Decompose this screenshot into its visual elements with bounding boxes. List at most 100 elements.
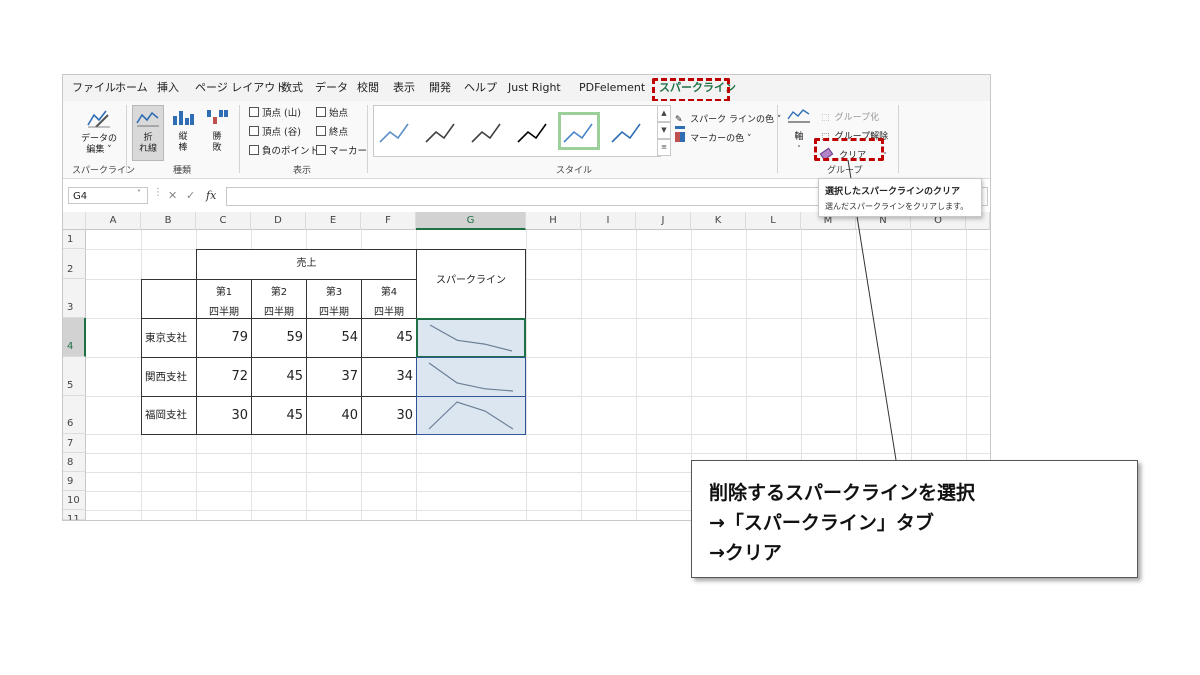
sparkline-color-button[interactable]: ✎ スパーク ラインの色 ˅ [675, 107, 781, 129]
checkbox-box [316, 145, 326, 155]
row-header[interactable]: 3 [63, 279, 86, 318]
column-chart-icon [173, 111, 194, 125]
tab-help[interactable]: ヘルプ [464, 80, 497, 95]
function-icon[interactable]: fx [206, 189, 216, 202]
branch-name-cell[interactable]: 福岡支社 [141, 396, 197, 435]
column-header[interactable]: B [141, 212, 196, 230]
branch-name-cell[interactable]: 関西支社 [141, 357, 197, 397]
sparkline-line [428, 362, 514, 392]
value-cell[interactable]: 45 [361, 318, 417, 358]
tab-file[interactable]: ファイル [72, 80, 116, 95]
sparkline-cell[interactable] [416, 318, 526, 358]
axis-button[interactable]: 軸 ˅ [785, 105, 813, 159]
winloss-type-button[interactable]: 勝 敗 [202, 105, 232, 161]
first-point-checkbox[interactable]: 始点 [316, 107, 348, 120]
gallery-more-button[interactable]: ≡ [657, 139, 671, 156]
sparkline-header[interactable]: スパークライン [416, 249, 526, 319]
row-header[interactable]: 4 [63, 318, 86, 357]
value-cell[interactable]: 34 [361, 357, 417, 397]
excel-window: ファイル ホーム 挿入 ページ レイアウト 数式 データ 校閲 表示 開発 ヘル… [62, 74, 991, 521]
line-type-label-1: 折 [143, 133, 153, 143]
value-cell[interactable]: 30 [196, 396, 252, 435]
high-point-checkbox[interactable]: 頂点 (山) [249, 107, 301, 120]
sales-header[interactable]: 売上 [196, 249, 417, 280]
tab-review[interactable]: 校閲 [357, 80, 379, 95]
group-icon: ⬚ [821, 113, 830, 123]
style-swatch [611, 123, 641, 143]
value-cell[interactable]: 54 [306, 318, 362, 358]
row-header[interactable]: 8 [63, 453, 86, 472]
column-type-button[interactable]: 縦 棒 [168, 105, 198, 161]
quarter-label: 第3 [325, 287, 343, 298]
cancel-icon[interactable]: ✕ [168, 189, 177, 202]
value-cell[interactable]: 59 [251, 318, 307, 358]
negative-point-checkbox[interactable]: 負のポイント [249, 145, 319, 158]
quarter-header[interactable]: 第2 四半期 [251, 279, 307, 319]
column-header[interactable]: J [636, 212, 691, 230]
markers-checkbox[interactable]: マーカー [316, 145, 367, 158]
tab-insert[interactable]: 挿入 [157, 80, 179, 95]
value-cell[interactable]: 79 [196, 318, 252, 358]
value-cell[interactable]: 30 [361, 396, 417, 435]
last-point-checkbox[interactable]: 終点 [316, 126, 348, 139]
row-header[interactable]: 10 [63, 491, 86, 510]
sparkline-color-label: スパーク ラインの色 ˅ [690, 115, 782, 125]
table-corner-cell[interactable] [141, 279, 197, 319]
value-cell[interactable]: 72 [196, 357, 252, 397]
more-icon: ⋮ [153, 187, 163, 198]
branch-name-cell[interactable]: 東京支社 [141, 318, 197, 358]
sparkline-cell[interactable] [416, 357, 526, 397]
low-point-checkbox[interactable]: 頂点 (谷) [249, 126, 301, 139]
tab-pdfelement[interactable]: PDFelement [579, 80, 645, 95]
row-header[interactable]: 5 [63, 357, 86, 396]
tab-view[interactable]: 表示 [393, 80, 415, 95]
line-type-button[interactable]: 折 れ線 [132, 105, 164, 161]
style-swatches [379, 123, 641, 143]
column-header[interactable]: C [196, 212, 251, 230]
column-header[interactable]: K [691, 212, 746, 230]
selected-style-swatch[interactable] [558, 112, 600, 150]
gallery-up-button[interactable]: ▲ [657, 105, 671, 122]
sparkline-cell[interactable] [416, 396, 526, 435]
tab-home[interactable]: ホーム [115, 80, 148, 95]
quarter-header[interactable]: 第4 四半期 [361, 279, 417, 319]
row-header[interactable]: 1 [63, 230, 86, 249]
gallery-down-button[interactable]: ▼ [657, 122, 671, 139]
quarter-header[interactable]: 第3 四半期 [306, 279, 362, 319]
edit-data-label-1: データの [81, 134, 118, 144]
value-cell[interactable]: 45 [251, 396, 307, 435]
axis-label: 軸 [794, 132, 804, 142]
column-header[interactable]: I [581, 212, 636, 230]
edit-data-button[interactable]: データの 編集 ˅ [81, 107, 117, 159]
row-header[interactable]: 9 [63, 472, 86, 491]
group-divider [239, 105, 240, 173]
column-header[interactable]: L [746, 212, 801, 230]
column-header[interactable]: E [306, 212, 361, 230]
value-cell[interactable]: 40 [306, 396, 362, 435]
column-header[interactable]: D [251, 212, 306, 230]
name-box[interactable]: G4 [68, 187, 148, 204]
value-cell[interactable]: 37 [306, 357, 362, 397]
tab-data[interactable]: データ [315, 80, 348, 95]
tab-page-layout[interactable]: ページ レイアウト [195, 80, 286, 95]
tab-just-right[interactable]: Just Right [508, 80, 561, 95]
column-header[interactable]: F [361, 212, 416, 230]
row-header[interactable]: 11 [63, 510, 86, 520]
quarter-header[interactable]: 第1 四半期 [196, 279, 252, 319]
tab-developer[interactable]: 開発 [429, 80, 451, 95]
gridline [581, 230, 582, 520]
marker-color-button[interactable]: マーカーの色 ˅ [675, 126, 751, 144]
column-header[interactable]: A [86, 212, 141, 230]
column-header[interactable]: H [526, 212, 581, 230]
row-header[interactable]: 6 [63, 396, 86, 434]
column-header[interactable]: G [416, 212, 526, 230]
value-cell[interactable]: 45 [251, 357, 307, 397]
row-header[interactable]: 2 [63, 249, 86, 279]
select-all-corner[interactable] [63, 212, 86, 230]
chevron-down-icon[interactable]: ˅ [137, 189, 141, 198]
winloss-type-label-2: 敗 [212, 143, 222, 153]
row-header[interactable]: 7 [63, 434, 86, 453]
tab-formulas[interactable]: 数式 [281, 80, 303, 95]
enter-icon[interactable]: ✓ [186, 189, 195, 202]
edit-data-label-2: 編集 ˅ [86, 145, 112, 155]
